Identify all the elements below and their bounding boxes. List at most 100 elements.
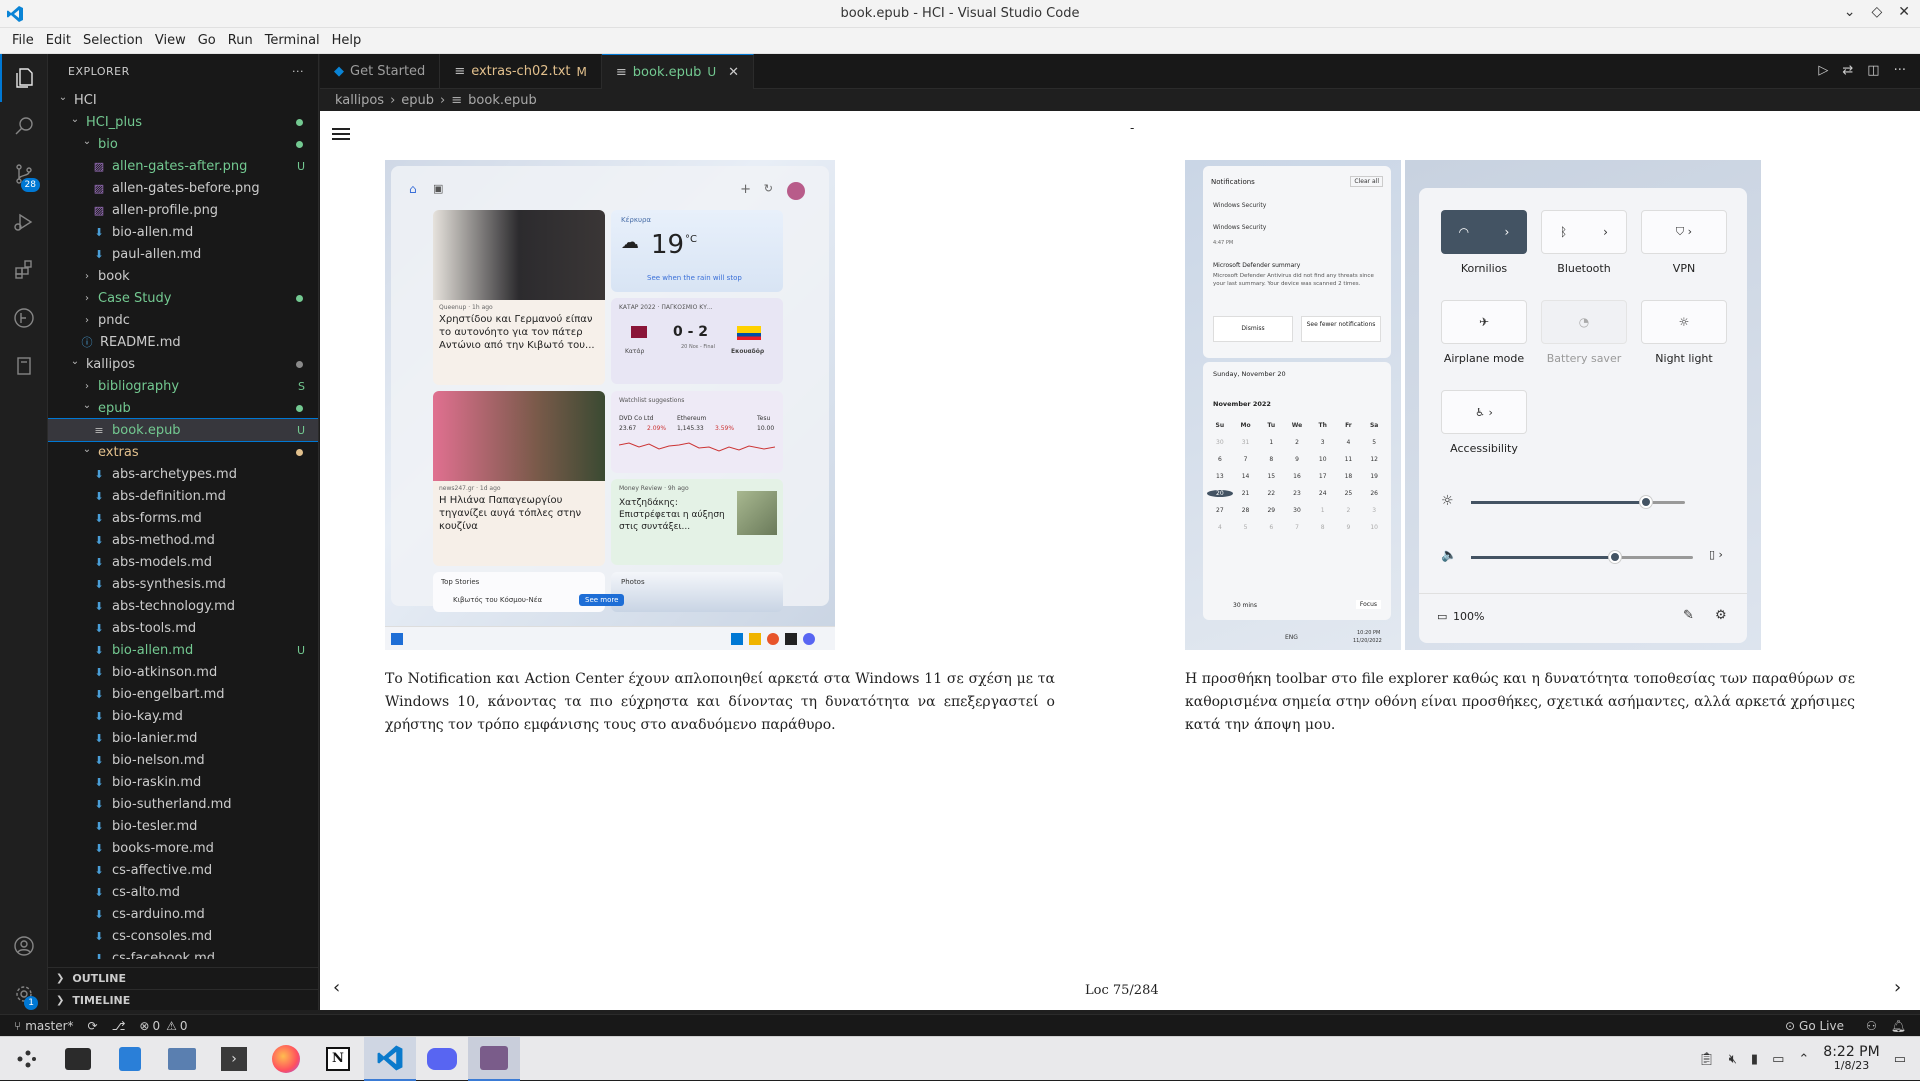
menu-run[interactable]: Run [222, 33, 259, 48]
git-graph-icon[interactable] [0, 294, 48, 342]
vscode-taskbar-icon[interactable] [364, 1036, 416, 1081]
file-item[interactable]: ⬇ bio-tesler.md [48, 815, 318, 837]
breadcrumb-kallipos[interactable]: kallipos [335, 93, 384, 108]
file-item[interactable]: ⬇ cs-affective.md [48, 859, 318, 881]
notion-icon[interactable]: N [312, 1037, 364, 1081]
file-item[interactable]: ⬇ cs-consoles.md [48, 925, 318, 947]
restore-icon[interactable]: ◇ [1871, 4, 1882, 20]
folder-item[interactable]: ⌄ extras [48, 441, 318, 463]
source-control-icon[interactable]: 28 [0, 150, 48, 198]
file-item[interactable]: ▨ allen-gates-before.png [48, 177, 318, 199]
folder-item[interactable]: ⌄ bio [48, 133, 318, 155]
warning-count[interactable]: 0 [180, 1019, 188, 1033]
file-item[interactable]: ⬇ abs-synthesis.md [48, 573, 318, 595]
close-tab-icon[interactable]: ✕ [728, 65, 739, 80]
next-page-icon[interactable]: › [1894, 977, 1901, 998]
more-actions-icon[interactable]: ··· [1894, 63, 1906, 78]
menu-terminal[interactable]: Terminal [259, 33, 326, 48]
timeline-section[interactable]: ❯ TIMELINE [48, 989, 318, 1010]
tab-get-started[interactable]: ◆ Get Started [320, 54, 441, 89]
tab-book-epub[interactable]: ≡ book.epub U ✕ [601, 54, 755, 89]
folder-item[interactable]: › book [48, 265, 318, 287]
open-changes-icon[interactable]: ⇄ [1842, 63, 1853, 78]
file-item[interactable]: ⬇ bio-nelson.md [48, 749, 318, 771]
file-item[interactable]: ⬇ abs-forms.md [48, 507, 318, 529]
file-item[interactable]: ⬇ bio-allen.md U [48, 639, 318, 661]
file-manager-icon[interactable] [156, 1037, 208, 1081]
folder-item[interactable]: ⌄ epub [48, 397, 318, 419]
file-item[interactable]: ⬇ bio-raskin.md [48, 771, 318, 793]
file-item[interactable]: ▨ allen-gates-after.png U [48, 155, 318, 177]
menu-file[interactable]: File [6, 33, 40, 48]
file-item[interactable]: ▨ allen-profile.png [48, 199, 318, 221]
folder-item[interactable]: ⌄ HCI_plus [48, 111, 318, 133]
file-item[interactable]: ⬇ abs-technology.md [48, 595, 318, 617]
outline-section[interactable]: ❯ OUTLINE [48, 967, 318, 989]
account-icon[interactable] [0, 922, 48, 970]
file-item[interactable]: ⬇ abs-models.md [48, 551, 318, 573]
discord-icon[interactable] [416, 1037, 468, 1081]
firefox-icon[interactable] [260, 1037, 312, 1081]
file-item[interactable]: ⬇ abs-method.md [48, 529, 318, 551]
sync-icon[interactable]: ⟳ [88, 1019, 98, 1033]
file-item[interactable]: ⬇ bio-sutherland.md [48, 793, 318, 815]
error-count[interactable]: 0 [152, 1019, 160, 1033]
show-desktop-icon[interactable]: ▭ [1894, 1052, 1906, 1067]
menu-view[interactable]: View [149, 33, 192, 48]
explorer-icon[interactable] [0, 54, 48, 102]
system-settings-icon[interactable] [52, 1037, 104, 1081]
screenshot-tool-icon[interactable] [468, 1036, 520, 1081]
split-editor-icon[interactable]: ◫ [1867, 63, 1879, 78]
go-live-button[interactable]: Go Live [1799, 1019, 1844, 1033]
file-item[interactable]: ⬇ bio-kay.md [48, 705, 318, 727]
file-item[interactable]: ⬇ bio-allen.md [48, 221, 318, 243]
run-icon[interactable]: ▷ [1818, 63, 1828, 78]
breadcrumb-epub[interactable]: epub [401, 93, 434, 108]
network-icon[interactable]: ▭ [1772, 1052, 1784, 1067]
minimize-icon[interactable]: ⌄ [1844, 4, 1856, 20]
breadcrumb-book-epub[interactable]: book.epub [468, 93, 537, 108]
tab-extras-ch02[interactable]: ≡ extras-ch02.txt M [440, 54, 602, 89]
folder-item[interactable]: ⌄ HCI [48, 89, 318, 111]
folder-item[interactable]: › pndc [48, 309, 318, 331]
file-item[interactable]: ⬇ abs-archetypes.md [48, 463, 318, 485]
settings-gear-icon[interactable]: 1 [0, 970, 48, 1018]
more-actions-icon[interactable]: ··· [292, 65, 304, 78]
volume-muted-icon[interactable]: 🔇︎ [1729, 1052, 1737, 1067]
folder-item[interactable]: ⌄ kallipos [48, 353, 318, 375]
menu-selection[interactable]: Selection [77, 33, 149, 48]
file-item[interactable]: ⬇ cs-arduino.md [48, 903, 318, 925]
clock[interactable]: 8:22 PM 1/8/23 [1823, 1045, 1879, 1073]
file-item[interactable]: ≡ book.epub U [48, 418, 318, 442]
folder-item[interactable]: › bibliography S [48, 375, 318, 397]
show-hidden-icons[interactable]: ⌃ [1798, 1052, 1809, 1067]
menu-hamburger-icon[interactable] [332, 125, 350, 143]
folder-item[interactable]: › Case Study [48, 287, 318, 309]
file-item[interactable]: ⬇ cs-facebook.md [48, 947, 318, 960]
book-icon[interactable] [0, 342, 48, 390]
terminal-icon[interactable]: › [208, 1037, 260, 1081]
extensions-icon[interactable] [0, 246, 48, 294]
branch-name[interactable]: master* [25, 1019, 73, 1033]
file-item[interactable]: ⬇ cs-alto.md [48, 881, 318, 903]
close-icon[interactable]: ✕ [1898, 4, 1910, 20]
app-launcher-icon[interactable] [0, 1037, 52, 1081]
clipboard-icon[interactable]: 📋︎ [1698, 1052, 1715, 1067]
file-item[interactable]: ⬇ books-more.md [48, 837, 318, 859]
file-item[interactable]: ⬇ paul-allen.md [48, 243, 318, 265]
menu-edit[interactable]: Edit [40, 33, 77, 48]
menu-go[interactable]: Go [192, 33, 222, 48]
notifications-bell-icon[interactable]: 🔔︎ [1891, 1019, 1906, 1033]
menu-help[interactable]: Help [326, 33, 368, 48]
file-item[interactable]: ⓘ README.md [48, 331, 318, 353]
battery-tray-icon[interactable]: ▮ [1751, 1052, 1758, 1067]
previous-page-icon[interactable]: ‹ [333, 977, 340, 998]
accounts-status-icon[interactable]: ⚇ [1866, 1019, 1877, 1033]
file-item[interactable]: ⬇ abs-definition.md [48, 485, 318, 507]
file-item[interactable]: ⬇ bio-atkinson.md [48, 661, 318, 683]
file-item[interactable]: ⬇ bio-engelbart.md [48, 683, 318, 705]
file-item[interactable]: ⬇ bio-lanier.md [48, 727, 318, 749]
file-item[interactable]: ⬇ abs-tools.md [48, 617, 318, 639]
git-graph-status-icon[interactable]: ⎇ [112, 1019, 126, 1033]
run-debug-icon[interactable] [0, 198, 48, 246]
